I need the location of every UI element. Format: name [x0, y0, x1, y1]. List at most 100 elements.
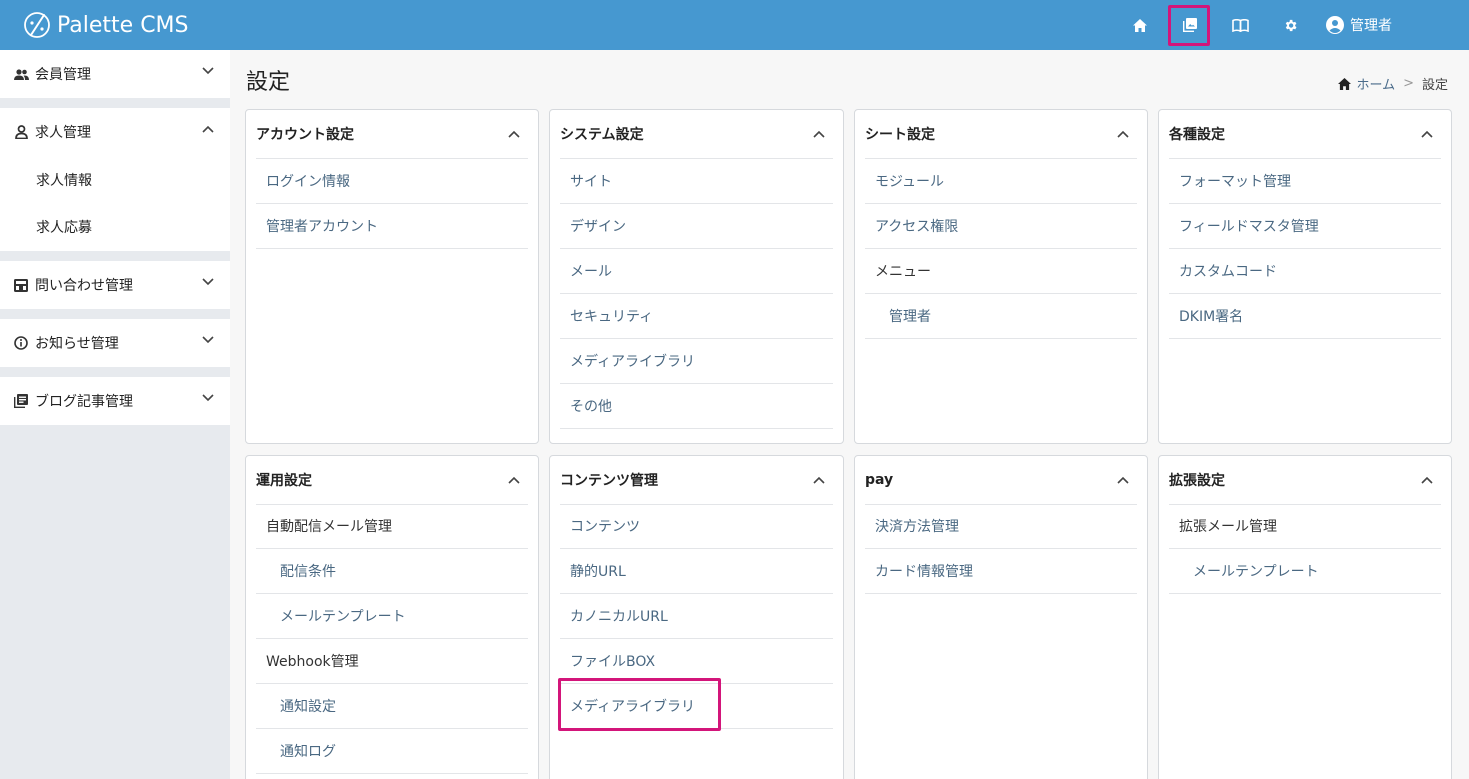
- menu-link-notification-log[interactable]: 通知ログ: [256, 729, 528, 774]
- menu-link-field-master[interactable]: フィールドマスタ管理: [1169, 204, 1441, 249]
- menu-link-delivery-conditions[interactable]: 配信条件: [256, 549, 528, 594]
- chevron-down-icon: [202, 278, 214, 286]
- home-icon[interactable]: [1125, 10, 1155, 40]
- chevron-up-icon[interactable]: [508, 130, 520, 138]
- card-header[interactable]: システム設定: [560, 110, 833, 159]
- chevron-down-icon: [202, 336, 214, 344]
- menu-link-access-rights[interactable]: アクセス権限: [865, 204, 1137, 249]
- card-header[interactable]: 運用設定: [256, 456, 528, 505]
- breadcrumb-separator: >: [1403, 76, 1414, 91]
- sidebar-section-jobs: 求人管理 求人情報 求人応募: [0, 108, 230, 251]
- page-title: 設定: [246, 70, 291, 95]
- menu-link-canonical-url[interactable]: カノニカルURL: [560, 594, 833, 639]
- card-title: コンテンツ管理: [560, 473, 658, 489]
- menu-link-modules[interactable]: モジュール: [865, 159, 1137, 204]
- menu-link-payment-methods[interactable]: 決済方法管理: [865, 504, 1137, 549]
- sidebar-item-jobs[interactable]: 求人管理: [0, 108, 230, 156]
- home-icon: [1338, 77, 1352, 90]
- menu-group-extended-mail: 拡張メール管理: [1169, 504, 1441, 549]
- sidebar-item-blog[interactable]: ブログ記事管理: [0, 377, 230, 425]
- members-icon: [13, 66, 29, 82]
- logo-text: Palette CMS: [57, 12, 189, 38]
- sidebar-section-blog: ブログ記事管理: [0, 377, 230, 425]
- menu-link-mail[interactable]: メール: [560, 249, 833, 294]
- card-header[interactable]: pay: [865, 456, 1137, 505]
- card-header[interactable]: 各種設定: [1169, 110, 1441, 159]
- menu-link-extended-mail-template[interactable]: メールテンプレート: [1169, 549, 1441, 594]
- card-title: 運用設定: [256, 473, 312, 489]
- sidebar-section-news: お知らせ管理: [0, 319, 230, 367]
- sidebar-item-news[interactable]: お知らせ管理: [0, 319, 230, 367]
- top-header: Palette CMS 管理者: [0, 0, 1469, 50]
- menu-group-auto-mail: 自動配信メール管理: [256, 504, 528, 549]
- card-operation-settings: 運用設定 自動配信メール管理 配信条件 メールテンプレート Webhook管理 …: [245, 455, 539, 779]
- card-sheet-settings: シート設定 モジュール アクセス権限 メニュー 管理者: [854, 109, 1148, 444]
- sidebar-label: 会員管理: [35, 67, 91, 83]
- card-header[interactable]: コンテンツ管理: [560, 456, 833, 505]
- card-system-settings: システム設定 サイト デザイン メール セキュリティ メディアライブラリ その他: [549, 109, 844, 444]
- chevron-up-icon[interactable]: [1421, 130, 1433, 138]
- card-title: 各種設定: [1169, 127, 1225, 143]
- menu-link-login-info[interactable]: ログイン情報: [256, 159, 528, 204]
- card-title: システム設定: [560, 127, 644, 143]
- inbox-icon: [13, 277, 29, 293]
- chevron-up-icon[interactable]: [813, 476, 825, 484]
- menu-link-security[interactable]: セキュリティ: [560, 294, 833, 339]
- card-title: pay: [865, 472, 894, 488]
- card-title: アカウント設定: [256, 127, 354, 143]
- sidebar-section-members: 会員管理: [0, 50, 230, 98]
- gear-icon[interactable]: [1275, 10, 1305, 40]
- menu-link-menu-admin[interactable]: 管理者: [865, 294, 1137, 339]
- sidebar: 会員管理 求人管理 求人情報 求人応募 問い合わせ管理 お知らせ管理 ブログ記事…: [0, 50, 230, 779]
- chevron-down-icon: [202, 394, 214, 402]
- chevron-down-icon: [202, 67, 214, 75]
- chevron-up-icon[interactable]: [1421, 476, 1433, 484]
- sidebar-label: ブログ記事管理: [35, 394, 133, 410]
- chevron-up-icon[interactable]: [1117, 130, 1129, 138]
- menu-link-site[interactable]: サイト: [560, 159, 833, 204]
- menu-link-dkim[interactable]: DKIM署名: [1169, 294, 1441, 339]
- menu-link-admin-accounts[interactable]: 管理者アカウント: [256, 204, 528, 249]
- card-header[interactable]: シート設定: [865, 110, 1137, 159]
- card-account-settings: アカウント設定 ログイン情報 管理者アカウント: [245, 109, 539, 444]
- sidebar-subitem-job-applications[interactable]: 求人応募: [0, 203, 230, 250]
- menu-link-other[interactable]: その他: [560, 384, 833, 429]
- library-icon: [13, 393, 29, 409]
- card-various-settings: 各種設定 フォーマット管理 フィールドマスタ管理 カスタムコード DKIM署名: [1158, 109, 1452, 444]
- card-content-management: コンテンツ管理 コンテンツ 静的URL カノニカルURL ファイルBOX メディ…: [549, 455, 844, 779]
- card-title: 拡張設定: [1169, 473, 1225, 489]
- sidebar-item-inquiries[interactable]: 問い合わせ管理: [0, 261, 230, 309]
- menu-link-card-info[interactable]: カード情報管理: [865, 549, 1137, 594]
- info-icon: [13, 335, 29, 351]
- card-pay: pay 決済方法管理 カード情報管理: [854, 455, 1148, 779]
- sidebar-section-inquiries: 問い合わせ管理: [0, 261, 230, 309]
- user-menu[interactable]: 管理者: [1326, 13, 1392, 37]
- menu-link-mail-template[interactable]: メールテンプレート: [256, 594, 528, 639]
- highlight-media-library: [1168, 5, 1210, 46]
- user-name: 管理者: [1350, 18, 1392, 34]
- book-icon[interactable]: [1225, 10, 1255, 40]
- sidebar-subitem-job-info[interactable]: 求人情報: [0, 156, 230, 203]
- menu-link-media-library[interactable]: メディアライブラリ: [560, 339, 833, 384]
- menu-link-custom-code[interactable]: カスタムコード: [1169, 249, 1441, 294]
- chevron-up-icon[interactable]: [1117, 476, 1129, 484]
- menu-group-webhook: Webhook管理: [256, 639, 528, 684]
- breadcrumb-home-link[interactable]: ホーム: [1356, 74, 1395, 93]
- highlight-media-library-link: [558, 678, 721, 731]
- chevron-up-icon[interactable]: [508, 476, 520, 484]
- sidebar-label: 問い合わせ管理: [35, 278, 133, 294]
- card-header[interactable]: 拡張設定: [1169, 456, 1441, 505]
- menu-link-contents[interactable]: コンテンツ: [560, 504, 833, 549]
- menu-link-design[interactable]: デザイン: [560, 204, 833, 249]
- sidebar-item-members[interactable]: 会員管理: [0, 50, 230, 98]
- menu-link-notification-settings[interactable]: 通知設定: [256, 684, 528, 729]
- user-circle-icon: [1326, 16, 1344, 34]
- app-logo[interactable]: Palette CMS: [22, 9, 189, 41]
- menu-link-format-management[interactable]: フォーマット管理: [1169, 159, 1441, 204]
- menu-link-static-url[interactable]: 静的URL: [560, 549, 833, 594]
- card-header[interactable]: アカウント設定: [256, 110, 528, 159]
- breadcrumb: ホーム > 設定: [1338, 74, 1448, 93]
- chevron-up-icon[interactable]: [813, 130, 825, 138]
- card-extension-settings: 拡張設定 拡張メール管理 メールテンプレート: [1158, 455, 1452, 779]
- sidebar-label: お知らせ管理: [35, 336, 119, 352]
